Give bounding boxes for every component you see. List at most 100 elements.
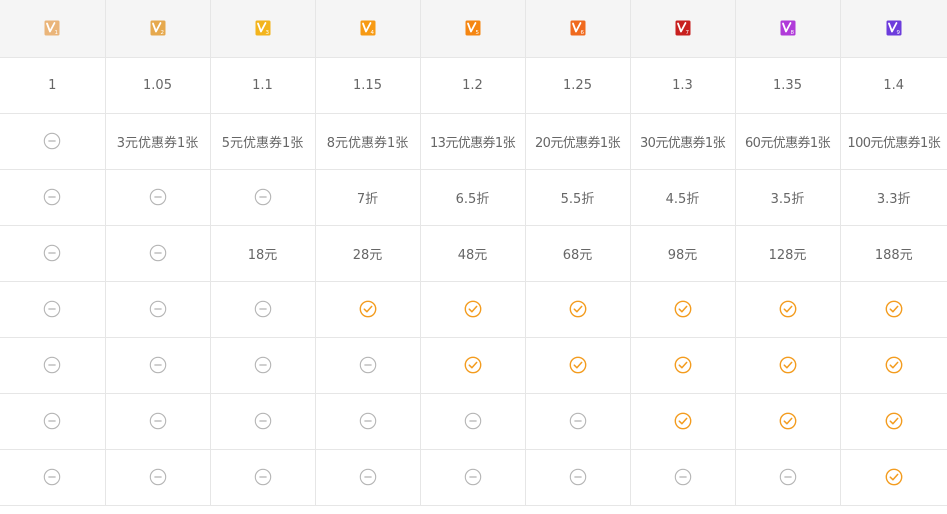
minus-circle-icon <box>149 188 166 206</box>
minus-circle-icon <box>254 412 271 430</box>
privilege-row-8 <box>0 449 947 506</box>
privilege-cell: 60元优惠券1张 <box>735 113 841 170</box>
badge-level-number: 6 <box>580 30 584 36</box>
privilege-value: 1.2 <box>462 77 483 93</box>
vip-level-1-icon: 1 <box>44 20 60 36</box>
privilege-row-7 <box>0 393 947 450</box>
privilege-cell <box>210 281 316 338</box>
minus-circle-icon <box>254 356 271 374</box>
privilege-value: 1 <box>48 77 57 93</box>
privilege-value: 30元优惠券1张 <box>639 135 726 151</box>
minus-circle-icon <box>44 300 61 318</box>
privilege-cell <box>0 393 106 450</box>
vip-level-6-icon: 6 <box>570 20 585 36</box>
privilege-cell: 1 <box>0 57 106 114</box>
check-circle-icon <box>569 300 586 318</box>
privilege-value: 1.4 <box>883 77 905 93</box>
privilege-cell <box>525 449 631 506</box>
privilege-cell <box>525 393 631 450</box>
check-circle-icon <box>779 300 796 318</box>
minus-circle-icon <box>44 412 61 430</box>
privilege-cell <box>0 113 106 170</box>
privilege-cell <box>105 393 211 450</box>
privilege-value: 68元 <box>562 247 593 263</box>
privilege-value: 60元优惠券1张 <box>744 135 831 151</box>
check-circle-icon <box>674 300 691 318</box>
minus-circle-icon <box>149 468 166 486</box>
privilege-cell: 28元 <box>315 225 421 282</box>
privilege-cell <box>630 449 736 506</box>
privilege-value: 3.5折 <box>770 191 805 207</box>
privilege-cell <box>735 281 841 338</box>
privilege-value: 7折 <box>356 191 379 207</box>
privilege-cell <box>630 393 736 450</box>
privilege-cell: 8元优惠券1张 <box>315 113 421 170</box>
privilege-value: 128元 <box>768 247 807 263</box>
privilege-row-6 <box>0 337 947 394</box>
privilege-row-4: 18元 28元 48元 68元 98元 128元 188元 <box>0 225 947 282</box>
minus-circle-icon <box>464 468 481 486</box>
privilege-cell: 128元 <box>735 225 841 282</box>
privilege-cell <box>105 281 211 338</box>
level-header-cell: 9 <box>840 0 947 58</box>
minus-circle-icon <box>44 244 61 262</box>
privilege-value: 48元 <box>457 247 488 263</box>
privilege-cell <box>210 449 316 506</box>
minus-circle-icon <box>44 188 61 206</box>
vip-level-9-icon: 9 <box>886 20 902 36</box>
privilege-cell: 3元优惠券1张 <box>105 113 211 170</box>
check-circle-icon <box>359 300 376 318</box>
privilege-cell: 13元优惠券1张 <box>420 113 526 170</box>
privilege-value: 5元优惠券1张 <box>221 135 304 151</box>
privilege-value: 98元 <box>667 247 698 263</box>
privilege-cell: 6.5折 <box>420 169 526 226</box>
privilege-value: 188元 <box>874 247 913 263</box>
privilege-cell: 48元 <box>420 225 526 282</box>
privilege-cell: 20元优惠券1张 <box>525 113 631 170</box>
check-circle-icon <box>885 468 903 486</box>
privilege-cell <box>0 337 106 394</box>
privilege-cell <box>630 337 736 394</box>
privilege-value: 8元优惠券1张 <box>326 135 409 151</box>
privilege-cell: 1.05 <box>105 57 211 114</box>
privilege-cell <box>735 337 841 394</box>
check-circle-icon <box>569 356 586 374</box>
check-circle-icon <box>779 412 796 430</box>
privilege-row-5 <box>0 281 947 338</box>
privilege-cell <box>105 449 211 506</box>
privilege-row-2: 3元优惠券1张 5元优惠券1张 8元优惠券1张 13元优惠券1张 20元优惠券1张 30元… <box>0 113 947 170</box>
privilege-cell <box>630 281 736 338</box>
minus-circle-icon <box>359 468 376 486</box>
privilege-cell <box>315 281 421 338</box>
privilege-cell: 18元 <box>210 225 316 282</box>
check-circle-icon <box>464 356 481 374</box>
minus-circle-icon <box>44 468 61 486</box>
badge-level-number: 9 <box>896 30 900 36</box>
minus-circle-icon <box>359 356 376 374</box>
privilege-cell <box>210 393 316 450</box>
privilege-cell: 1.25 <box>525 57 631 114</box>
level-header-cell: 8 <box>735 0 841 58</box>
minus-circle-icon <box>674 468 691 486</box>
privilege-value: 1.15 <box>353 77 382 93</box>
privilege-cell <box>525 337 631 394</box>
privilege-cell <box>420 337 526 394</box>
level-header-cell: 5 <box>420 0 526 58</box>
privilege-cell <box>0 169 106 226</box>
privilege-cell <box>420 281 526 338</box>
privilege-value: 1.3 <box>672 77 693 93</box>
privilege-cell <box>105 337 211 394</box>
vip-level-4-icon: 4 <box>360 20 375 36</box>
minus-circle-icon <box>464 412 481 430</box>
check-circle-icon <box>885 300 903 318</box>
minus-circle-icon <box>569 412 586 430</box>
privilege-cell: 5.5折 <box>525 169 631 226</box>
privilege-value: 1.25 <box>563 77 592 93</box>
vip-level-5-icon: 5 <box>465 20 480 36</box>
privilege-cell: 98元 <box>630 225 736 282</box>
check-circle-icon <box>464 300 481 318</box>
minus-circle-icon <box>254 300 271 318</box>
privilege-cell <box>735 449 841 506</box>
level-header-cell: 1 <box>0 0 106 58</box>
privilege-cell: 1.2 <box>420 57 526 114</box>
